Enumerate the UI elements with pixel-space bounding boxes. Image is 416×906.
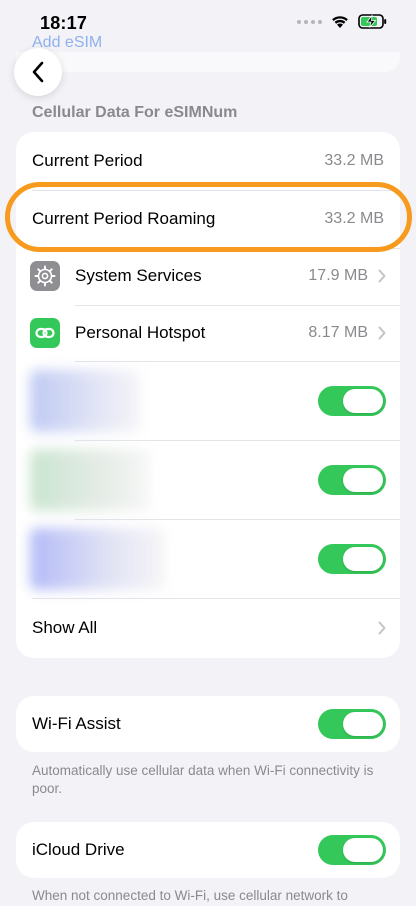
gear-icon xyxy=(30,261,60,291)
system-services-value-group: 17.9 MB xyxy=(308,267,386,285)
chevron-left-icon xyxy=(32,61,44,83)
system-services-value: 17.9 MB xyxy=(308,267,368,284)
hotspot-link-icon xyxy=(30,318,60,348)
show-all-label: Show All xyxy=(32,618,98,637)
chevron-right-icon xyxy=(378,269,386,283)
previous-card-edge xyxy=(16,52,400,72)
system-services-label: System Services xyxy=(75,266,202,285)
battery-charging-icon xyxy=(358,14,388,29)
blurred-app-icon xyxy=(30,370,140,432)
wifi-assist-footnote: Automatically use cellular data when Wi-… xyxy=(32,763,374,796)
chevron-right-icon xyxy=(378,326,386,340)
cellular-signal-icon xyxy=(297,19,322,24)
personal-hotspot-value: 8.17 MB xyxy=(308,324,368,341)
chevron-right-icon xyxy=(378,621,386,635)
back-button[interactable] xyxy=(14,48,62,96)
system-services-row[interactable]: System Services 17.9 MB xyxy=(16,247,400,305)
icloud-drive-card: iCloud Drive xyxy=(16,822,400,878)
icloud-drive-label: iCloud Drive xyxy=(32,840,125,859)
app-cellular-toggle[interactable] xyxy=(318,465,386,495)
section-header: Cellular Data For eSIMNum xyxy=(32,104,238,121)
wifi-assist-row: Wi-Fi Assist xyxy=(16,696,400,752)
personal-hotspot-row[interactable]: Personal Hotspot 8.17 MB xyxy=(16,304,400,362)
personal-hotspot-value-group: 8.17 MB xyxy=(308,324,386,342)
icloud-drive-footnote: When not connected to Wi-Fi, use cellula… xyxy=(32,888,348,903)
blurred-app-icon xyxy=(30,449,150,511)
app-cellular-toggle[interactable] xyxy=(318,386,386,416)
highlight-annotation xyxy=(5,182,412,252)
status-indicators xyxy=(297,14,388,29)
wifi-assist-card: Wi-Fi Assist xyxy=(16,696,400,752)
show-all-row[interactable]: Show All xyxy=(16,599,400,657)
blurred-app-icon xyxy=(30,528,165,590)
icloud-drive-toggle[interactable] xyxy=(318,835,386,865)
blurred-app-row xyxy=(16,441,400,519)
current-period-label: Current Period xyxy=(32,151,143,170)
wifi-icon xyxy=(330,14,350,29)
blurred-app-row xyxy=(16,520,400,598)
blurred-app-row xyxy=(16,362,400,440)
status-time: 18:17 xyxy=(40,13,88,33)
wifi-assist-toggle[interactable] xyxy=(318,709,386,739)
app-cellular-toggle[interactable] xyxy=(318,544,386,574)
icloud-drive-row: iCloud Drive xyxy=(16,822,400,878)
show-all-chevron xyxy=(378,621,386,635)
personal-hotspot-label: Personal Hotspot xyxy=(75,323,206,342)
current-period-value: 33.2 MB xyxy=(324,152,384,169)
wifi-assist-label: Wi-Fi Assist xyxy=(32,714,121,733)
